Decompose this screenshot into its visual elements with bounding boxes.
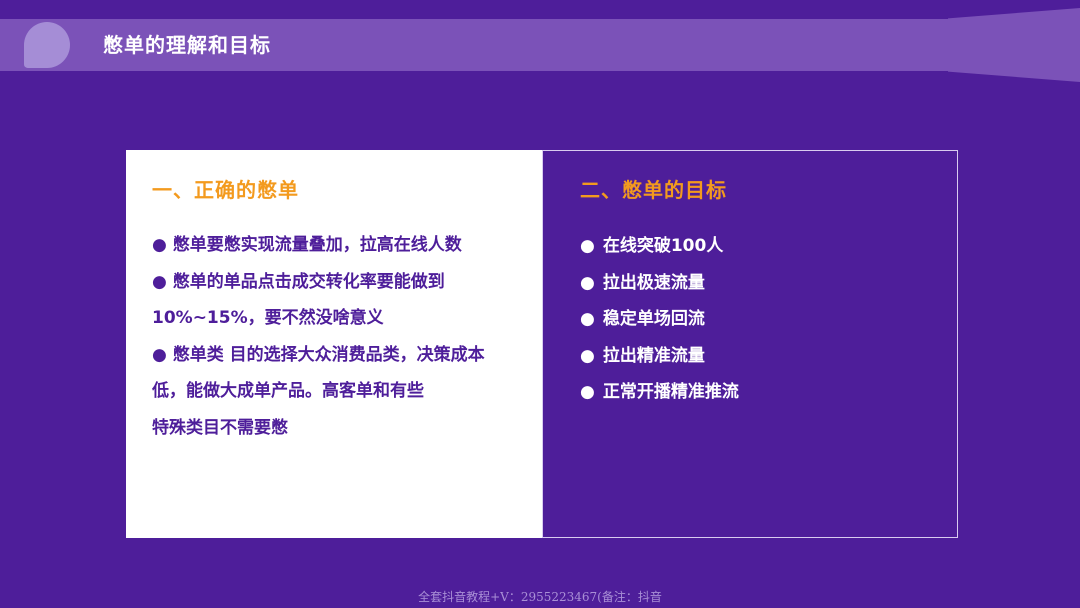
list-item: ● 正常开播精准推流 xyxy=(580,374,920,411)
list-item: ● 拉出精准流量 xyxy=(580,338,920,375)
list-item-label: 拉出精准流量 xyxy=(602,345,705,366)
list-item: ● 拉出极速流量 xyxy=(580,265,920,302)
header-bar-tail xyxy=(948,8,1080,82)
left-paragraph: ● 憋单的单品点击成交转化率要能做到10%~15%，要不然没啥意义 xyxy=(152,271,445,329)
left-paragraph: ● 憋单类 目的选择大众消费品类，决策成本低，能做大成单产品。高客单和有些 xyxy=(152,344,485,402)
bullet-icon: ● xyxy=(580,236,595,256)
bullet-icon: ● xyxy=(580,382,595,402)
left-paragraph: ● 憋单要憋实现流量叠加，拉高在线人数 xyxy=(152,235,462,255)
leaf-logo-icon xyxy=(24,22,70,68)
list-item-label: 在线突破100人 xyxy=(602,236,724,256)
list-item-label: 正常开播精准推流 xyxy=(602,382,739,402)
list-item-label: 拉出极速流量 xyxy=(602,272,705,293)
footer-watermark: 全套抖音教程+V：2955223467(备注：抖音 xyxy=(418,590,662,604)
slide-title: 憋单的理解和目标 xyxy=(103,33,271,57)
goal-list: ● 在线突破100人 ● 拉出极速流量 ● 稳定单场回流 ● 拉出精准流量 ● 正常开播精… xyxy=(580,228,920,411)
bullet-icon: ● xyxy=(580,272,595,293)
left-heading: 一、正确的憋单 xyxy=(152,178,299,202)
left-paragraph: 特殊类目不需要憋 xyxy=(152,417,288,438)
bullet-icon: ● xyxy=(580,345,595,366)
list-item-label: 稳定单场回流 xyxy=(602,309,705,329)
left-body: ● 憋单要憋实现流量叠加，拉高在线人数 ● 憋单的单品点击成交转化率要能做到10… xyxy=(152,227,512,446)
right-heading: 二、憋单的目标 xyxy=(580,178,727,202)
list-item: ● 在线突破100人 xyxy=(580,228,920,265)
list-item: ● 稳定单场回流 xyxy=(580,301,920,338)
bullet-icon: ● xyxy=(580,309,595,329)
